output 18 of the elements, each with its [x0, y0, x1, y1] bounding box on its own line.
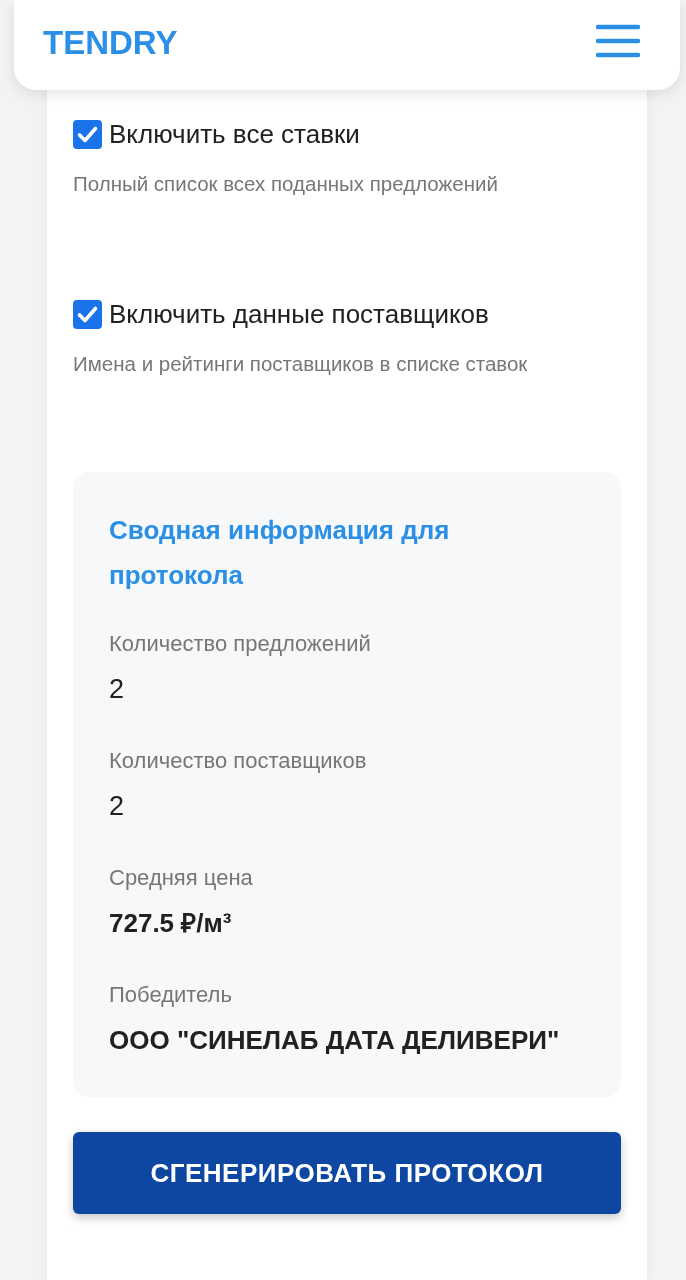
summary-value: 2: [109, 673, 126, 706]
summary-value: 727.5 ₽/м³: [109, 907, 233, 940]
menu-icon: [596, 23, 640, 59]
checkbox[interactable]: [73, 119, 102, 149]
summary-label: Количество поставщиков: [109, 747, 368, 775]
generate-button[interactable]: СГЕНЕРИРОВАТЬ ПРОТОКОЛ: [73, 1132, 621, 1214]
option-description: Полный список всех поданных предложений: [73, 171, 499, 197]
summary-value: 2: [109, 790, 126, 823]
summary-label: Победитель: [109, 981, 233, 1009]
summary-value: ООО "СИНЕЛАБ ДАТА ДЕЛИВЕРИ": [109, 1024, 561, 1057]
summary-label: Средняя цена: [109, 864, 254, 892]
option-label[interactable]: Включить все ставки: [109, 116, 360, 152]
menu-button[interactable]: [596, 23, 640, 59]
summary-title: Сводная информация для протокола: [109, 514, 451, 592]
checkbox[interactable]: [73, 299, 102, 329]
option-label[interactable]: Включить данные поставщиков: [109, 296, 489, 332]
summary-label: Количество предложений: [109, 630, 372, 658]
option-description: Имена и рейтинги поставщиков в списке ставок: [73, 351, 529, 377]
